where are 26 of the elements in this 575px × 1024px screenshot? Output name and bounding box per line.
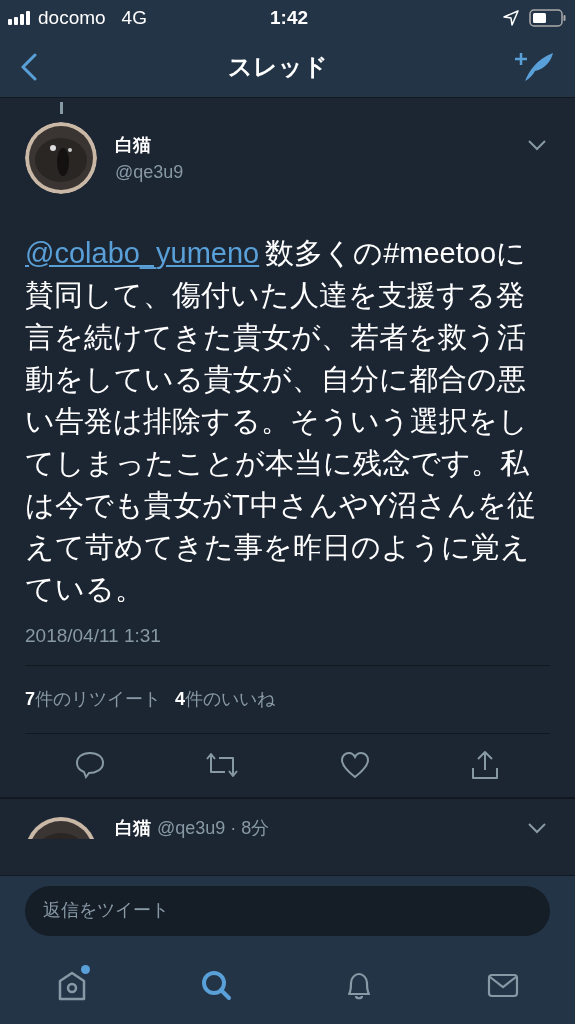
screen-title: スレッド: [227, 51, 328, 82]
tweet-meta: @qe3u9 · 8分: [157, 816, 270, 840]
user-handle: @qe3u9: [115, 161, 184, 184]
like-count[interactable]: 4件のいいね: [175, 685, 276, 713]
share-icon[interactable]: [469, 750, 500, 780]
battery-icon: [529, 9, 567, 27]
chevron-down-icon[interactable]: [528, 822, 546, 834]
retweet-icon[interactable]: [205, 752, 240, 778]
user-name: 白猫: [115, 134, 152, 157]
search-icon: [199, 968, 232, 1001]
tweet-timestamp: 2018/04/11 1:31: [25, 624, 162, 648]
reply-input-field[interactable]: 返信をツイート: [25, 885, 550, 936]
heart-icon[interactable]: [339, 751, 370, 779]
clock-time: 1:42: [270, 5, 309, 30]
reply-icon[interactable]: [75, 751, 106, 779]
mention-link[interactable]: @colabo_yumeno: [25, 237, 260, 269]
retweet-count[interactable]: 7件のリツイート: [25, 685, 161, 713]
network-type: 4G: [121, 5, 147, 30]
chevron-down-icon[interactable]: [528, 140, 546, 151]
tweet-text: @colabo_yumeno 数多くの#meetooに賛同して、傷付いた人達を支援する発言を続けてきた貴女が、若者を救う活動をしている貴女が、自分に都合の悪い告発は排除する。そういう選択をしてしまったことが本当に残念です。私は今でも貴女がT中さんやY沼さんを従えて苛めてきた事を昨日のように覚えている。: [25, 236, 538, 607]
plus-quill-icon: [515, 50, 555, 83]
location-arrow-icon: [503, 10, 519, 26]
back-chevron-icon: [20, 52, 38, 81]
user-name: 白猫: [115, 816, 151, 840]
compose-button[interactable]: [515, 50, 555, 83]
carrier-name: docomo: [38, 5, 106, 30]
